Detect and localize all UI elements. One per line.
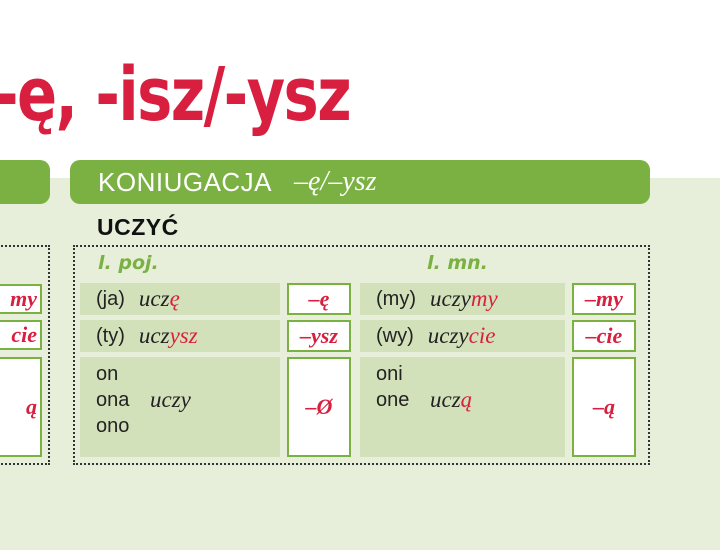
ending-box: –ą [572, 357, 636, 457]
page-title: -ę, -isz/-ysz [0, 52, 352, 138]
conjugation-cell-1sg: (ja) uczę [80, 283, 280, 315]
verb-form: uczycie [427, 323, 496, 348]
pronoun: ona [96, 389, 130, 411]
ending-box: –cie [572, 320, 636, 352]
verb-form: uczą [430, 387, 473, 412]
ending-box: –ysz [287, 320, 351, 352]
previous-section-header [0, 160, 50, 204]
conjugation-cell-2pl: (wy) uczycie [360, 320, 565, 352]
ending-box: ą [0, 357, 42, 457]
ending-box: my [0, 284, 42, 314]
conjugation-cell-3sg: on ona uczy ono [80, 357, 280, 457]
conjugation-cell-1pl: (my) uczymy [360, 283, 565, 315]
verb-title: UCZYĆ [97, 214, 179, 240]
pronoun: (ja) [96, 287, 125, 310]
pronoun: (wy) [376, 324, 414, 347]
pronoun: oni [376, 363, 403, 385]
ending-box: –my [572, 283, 636, 315]
ending-box: –Ø [287, 357, 351, 457]
section-header: KONIUGACJA –ę/–ysz [70, 160, 650, 204]
pronoun: (my) [376, 287, 416, 310]
verb-form: uczę [138, 286, 180, 311]
verb-form: uczy [150, 387, 191, 412]
ending-box: cie [0, 320, 42, 350]
conjugation-cell-2sg: (ty) uczysz [80, 320, 280, 352]
column-header-plural: l. mn. [427, 252, 488, 274]
section-header-label: KONIUGACJA [98, 166, 273, 197]
column-header-singular: l. poj. [98, 252, 159, 274]
verb-form: uczysz [138, 323, 198, 348]
pronoun: one [376, 389, 410, 411]
conjugation-cell-3pl: oni one uczą [360, 357, 565, 457]
pronoun: (ty) [96, 324, 125, 347]
section-header-ending: –ę/–ysz [294, 166, 377, 197]
pronoun: ono [96, 415, 130, 437]
verb-form: uczymy [429, 286, 498, 311]
ending-box: –ę [287, 283, 351, 315]
pronoun: on [96, 363, 119, 385]
